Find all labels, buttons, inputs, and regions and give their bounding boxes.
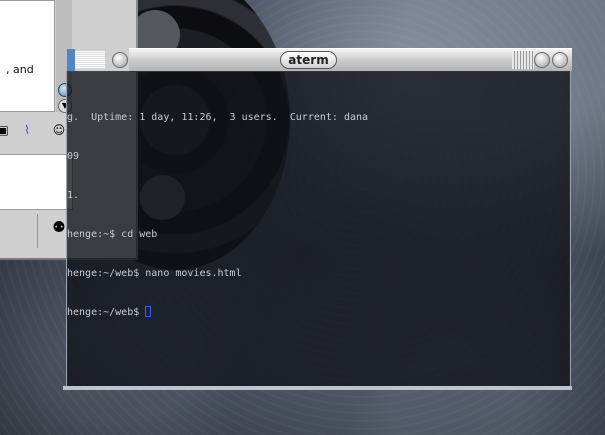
window-bottom-border — [63, 386, 572, 390]
aterm-window[interactable]: aterm g. Uptime: 1 day, 11:26, 3 users. … — [63, 48, 572, 390]
insert-link-icon[interactable]: ⌇ — [20, 123, 34, 137]
title-accent-strip — [67, 49, 75, 71]
terminal-line: 1. — [67, 190, 80, 201]
terminal-cursor — [145, 306, 152, 317]
terminal-line: henge:~$ cd web — [67, 229, 158, 240]
status-separator — [37, 214, 38, 248]
terminal-line: 09 — [67, 151, 80, 162]
terminal-output: g. Uptime: 1 day, 11:26, 3 users. Curren… — [67, 85, 368, 345]
terminal-line: g. Uptime: 1 day, 11:26, 3 users. Curren… — [67, 112, 369, 123]
shade-button-icon[interactable] — [112, 52, 128, 68]
terminal-prompt: henge:~/web$ — [67, 307, 146, 318]
terminal-area[interactable]: g. Uptime: 1 day, 11:26, 3 users. Curren… — [66, 71, 571, 389]
minimize-button-icon[interactable] — [534, 52, 550, 68]
message-history-pane: , and — [0, 0, 55, 112]
title-grip-left — [75, 51, 105, 69]
title-grip-right — [512, 51, 534, 69]
message-text: , and — [6, 63, 34, 76]
terminal-prompt-line: henge:~/web$ — [67, 306, 368, 319]
window-title: aterm — [280, 51, 337, 69]
close-button-icon[interactable] — [552, 52, 568, 68]
aterm-titlebar[interactable]: aterm — [67, 48, 572, 72]
terminal-line: henge:~/web$ nano movies.html — [67, 268, 242, 279]
insert-image-icon[interactable]: ▣ — [0, 123, 10, 137]
